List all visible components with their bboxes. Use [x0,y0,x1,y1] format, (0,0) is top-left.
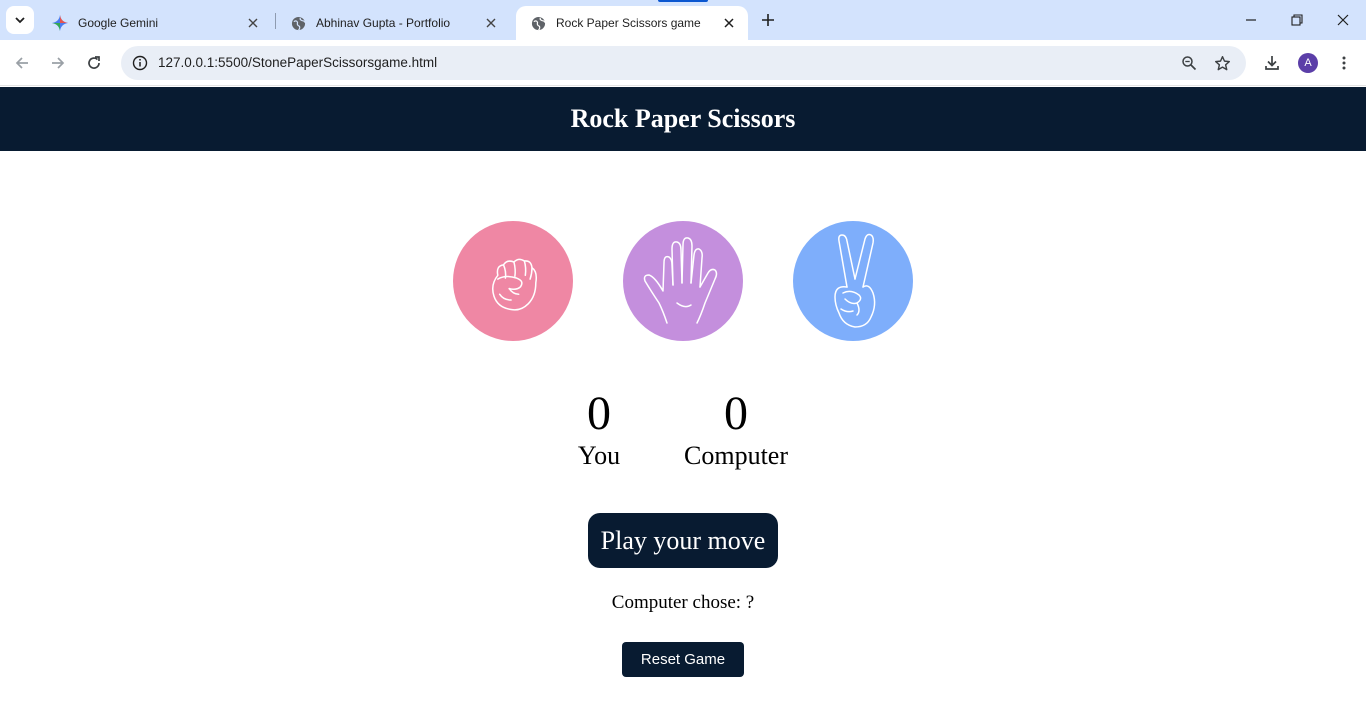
tab-loading-indicator [658,0,708,2]
restore-button[interactable] [1274,0,1320,40]
info-icon [132,55,148,71]
downloads-button[interactable] [1258,49,1286,77]
page-title: Rock Paper Scissors [570,104,796,133]
arrow-right-icon [52,57,65,69]
reload-icon [88,56,100,69]
chevron-down-icon [15,17,25,24]
close-tab-icon[interactable] [482,14,500,32]
restore-icon [1291,14,1303,26]
tab-google-gemini[interactable]: Google Gemini [38,6,272,40]
scissors-choice[interactable] [793,221,913,341]
globe-icon [530,15,546,31]
site-info-button[interactable] [127,50,153,76]
address-bar[interactable]: 127.0.0.1:5500/StonePaperScissorsgame.ht… [121,46,1246,80]
back-button[interactable] [8,49,36,77]
peace-hand-icon [834,233,876,328]
plus-icon [762,14,774,26]
tab-title: Rock Paper Scissors game [556,16,701,30]
close-tab-icon[interactable] [244,14,262,32]
tab-portfolio[interactable]: Abhinav Gupta - Portfolio [276,6,510,40]
rock-choice[interactable] [453,221,573,341]
close-icon [1337,14,1349,26]
tab-title: Google Gemini [78,16,159,30]
tab-rock-paper-scissors[interactable]: Rock Paper Scissors game [516,6,748,40]
computer-choice-text: Computer chose: ? [611,592,755,613]
close-window-button[interactable] [1320,0,1366,40]
avatar: A [1298,53,1318,73]
browser-toolbar: 127.0.0.1:5500/StonePaperScissorsgame.ht… [0,40,1366,86]
computer-score: 0 Computer [676,387,796,471]
paper-choice[interactable] [623,221,743,341]
zoom-button[interactable] [1177,51,1201,75]
gemini-icon [52,15,68,31]
computer-score-value: 0 [724,387,748,440]
page-content: Rock Paper Scissors 0 You 0 Computer Pla… [0,87,1366,728]
browser-tabstrip: Google Gemini Abhinav Gupta - Portfolio … [0,0,1366,40]
play-move-message: Play your move [588,513,778,568]
user-score: 0 You [569,387,629,471]
reset-game-button[interactable]: Reset Game [622,642,744,677]
minimize-button[interactable] [1228,0,1274,40]
close-tab-icon[interactable] [720,14,738,32]
reload-button[interactable] [80,49,108,77]
computer-score-label: Computer [684,441,788,470]
globe-icon [290,15,306,31]
forward-button[interactable] [44,49,72,77]
tab-search-button[interactable] [6,6,34,34]
more-vert-icon [1342,56,1346,70]
user-score-label: You [577,441,621,470]
zoom-out-icon [1182,56,1197,71]
open-hand-icon [643,237,718,324]
download-icon [1265,56,1279,70]
arrow-left-icon [15,57,28,69]
profile-button[interactable]: A [1294,49,1322,77]
fist-icon [491,258,538,311]
star-icon [1214,55,1230,70]
browser-menu-button[interactable] [1330,49,1358,77]
minimize-icon [1246,19,1256,21]
tab-title: Abhinav Gupta - Portfolio [316,16,451,30]
user-score-value: 0 [587,387,611,440]
new-tab-button[interactable] [756,8,780,32]
url-text[interactable]: 127.0.0.1:5500/StonePaperScissorsgame.ht… [158,46,437,80]
page-header: Rock Paper Scissors [0,87,1366,151]
bookmark-button[interactable] [1210,51,1234,75]
